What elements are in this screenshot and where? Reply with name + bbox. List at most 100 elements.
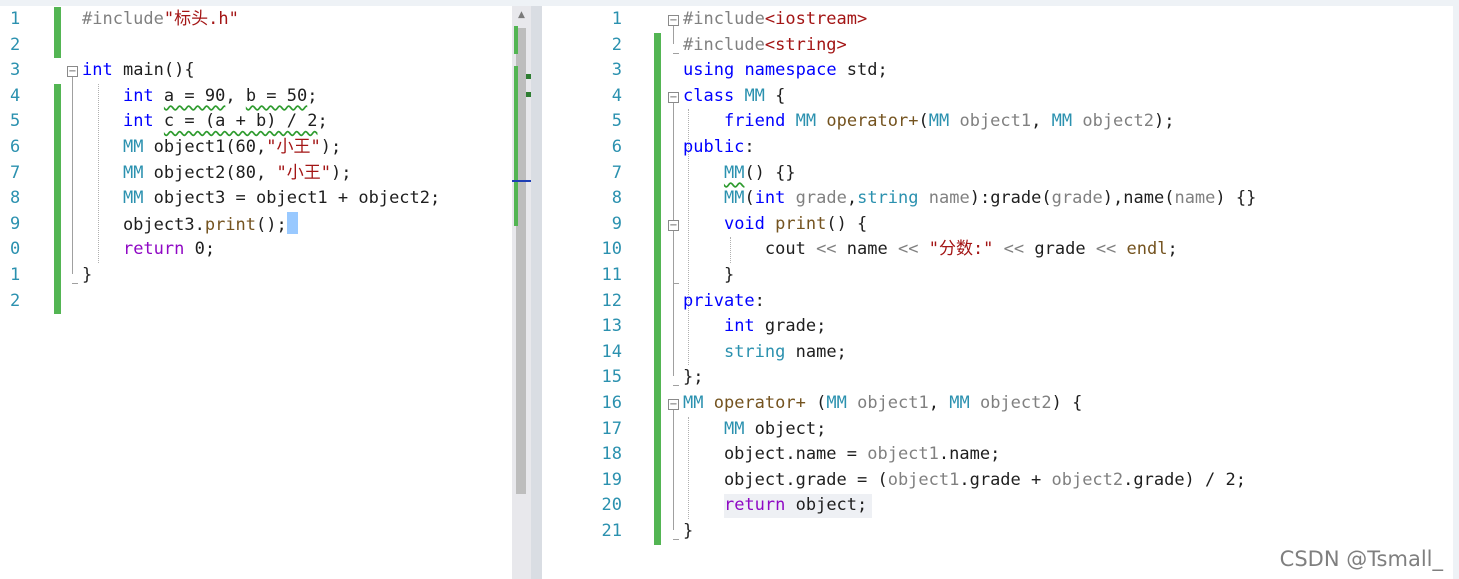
collapse-minus-icon[interactable]: − bbox=[668, 91, 679, 103]
code-token: friend bbox=[723, 111, 786, 132]
code-line: 3 using namespace std; bbox=[542, 58, 1453, 84]
code-token: name bbox=[1174, 188, 1216, 209]
change-indicator-bar bbox=[654, 32, 661, 545]
code-text[interactable]: int main(){ bbox=[82, 58, 195, 84]
code-text[interactable]: MM object; bbox=[683, 417, 826, 443]
collapse-minus-icon[interactable]: − bbox=[668, 399, 679, 410]
code-text[interactable]: class MM { bbox=[683, 84, 785, 110]
indent-guide bbox=[688, 109, 689, 366]
code-token: object1(60, bbox=[143, 137, 267, 157]
indent-guide bbox=[98, 83, 99, 263]
code-line: 7 MM object2(80, "小王"); bbox=[0, 161, 512, 187]
code-text[interactable]: int a = 90, b = 50; bbox=[82, 84, 318, 110]
code-token: cout bbox=[683, 239, 817, 260]
code-text[interactable]: int c = (a + b) / 2; bbox=[82, 109, 328, 135]
line-number: 4 bbox=[10, 85, 21, 106]
code-text[interactable]: return object; bbox=[683, 493, 867, 519]
line-number: 19 bbox=[601, 469, 622, 490]
code-text[interactable]: object.name = object1.name; bbox=[683, 442, 1000, 468]
code-text[interactable]: #include<iostream> bbox=[683, 7, 867, 33]
code-line: 2 bbox=[0, 33, 512, 59]
code-text[interactable]: int grade; bbox=[683, 314, 826, 340]
left-code-editor[interactable]: 1 #include"标头.h" 2 3 int main(){4 int a = 90… bbox=[0, 6, 512, 579]
code-token: grade bbox=[795, 188, 847, 209]
code-token: MM bbox=[723, 162, 745, 183]
code-token: ( bbox=[744, 188, 755, 209]
fold-region-line bbox=[673, 410, 674, 530]
code-line: 2 bbox=[0, 289, 512, 315]
code-line: 20 return object; bbox=[542, 493, 1453, 519]
editor-splitter[interactable] bbox=[531, 6, 542, 579]
code-text[interactable]: void print() { bbox=[683, 212, 867, 238]
code-token: #include bbox=[683, 34, 765, 55]
code-line: 11 } bbox=[542, 263, 1453, 289]
code-token: ) { bbox=[1051, 393, 1083, 413]
code-text[interactable]: } bbox=[683, 519, 693, 545]
line-number: 6 bbox=[611, 137, 622, 157]
code-token: ); bbox=[330, 162, 352, 183]
code-token: 0; bbox=[184, 239, 216, 260]
code-token: << bbox=[1003, 239, 1025, 260]
code-token: MM bbox=[723, 188, 745, 209]
code-text[interactable]: MM() {} bbox=[683, 161, 796, 187]
scroll-up-arrow-icon[interactable]: ▲ bbox=[512, 6, 531, 24]
code-token: MM bbox=[122, 188, 144, 209]
code-token: } bbox=[683, 265, 735, 285]
code-line: 14 string name; bbox=[542, 340, 1453, 366]
code-token: ( bbox=[918, 111, 929, 132]
code-line: 9 object3.print(); bbox=[0, 211, 512, 239]
code-text[interactable]: #include"标头.h" bbox=[82, 7, 239, 33]
code-token: << bbox=[816, 239, 837, 260]
code-token: ); bbox=[1154, 111, 1175, 132]
code-text[interactable]: MM object1(60,"小王"); bbox=[82, 135, 341, 161]
code-text[interactable]: MM operator+ (MM object1, MM object2) { bbox=[683, 391, 1082, 417]
code-text[interactable]: MM(int grade,string name):grade(grade),n… bbox=[683, 186, 1256, 212]
code-text[interactable]: } bbox=[82, 263, 92, 289]
code-token: ; bbox=[317, 111, 328, 132]
code-text[interactable]: MM object3 = object1 + object2; bbox=[82, 186, 440, 212]
code-text[interactable]: MM object2(80, "小王"); bbox=[82, 161, 352, 187]
code-token: .name; bbox=[938, 444, 1001, 465]
collapse-minus-icon[interactable]: − bbox=[668, 219, 679, 231]
left-editor-scrollbar[interactable]: ▲ bbox=[512, 6, 531, 579]
collapse-minus-icon[interactable]: − bbox=[67, 66, 78, 78]
fold-region-line bbox=[673, 230, 674, 274]
code-text[interactable]: using namespace std; bbox=[683, 58, 888, 84]
code-text[interactable]: return 0; bbox=[82, 237, 215, 263]
code-text[interactable]: public: bbox=[683, 135, 755, 161]
code-text[interactable]: }; bbox=[683, 365, 703, 391]
right-code-editor[interactable]: 1 #include<iostream> 2 #include<string> 3 usi… bbox=[542, 6, 1453, 579]
code-token: int bbox=[122, 85, 154, 106]
code-text[interactable]: cout << name << "分数:" << grade << endl; bbox=[683, 237, 1178, 263]
code-text[interactable]: string name; bbox=[683, 340, 847, 366]
line-number: 11 bbox=[601, 265, 622, 285]
code-token: MM bbox=[949, 393, 970, 413]
code-token: ; bbox=[307, 85, 318, 106]
code-token: object1 bbox=[887, 469, 960, 490]
code-text[interactable]: object3.print(); bbox=[82, 211, 298, 239]
line-number: 3 bbox=[611, 60, 622, 81]
line-number: 3 bbox=[10, 60, 21, 81]
code-text[interactable]: } bbox=[683, 263, 734, 289]
code-token: "标头.h" bbox=[163, 9, 239, 29]
line-number: 10 bbox=[601, 239, 622, 260]
code-text[interactable]: #include<string> bbox=[683, 33, 847, 59]
line-number: 6 bbox=[10, 137, 21, 157]
collapse-minus-icon[interactable]: − bbox=[668, 15, 679, 26]
code-text[interactable]: private: bbox=[683, 289, 765, 315]
code-token: print bbox=[204, 214, 257, 235]
code-text[interactable]: friend MM operator+(MM object1, MM objec… bbox=[683, 109, 1175, 135]
code-text[interactable]: object.grade = (object1.grade + object2.… bbox=[683, 468, 1246, 494]
code-token: #include bbox=[82, 9, 164, 29]
change-indicator-bar bbox=[54, 7, 61, 59]
code-token: #include bbox=[683, 9, 765, 29]
